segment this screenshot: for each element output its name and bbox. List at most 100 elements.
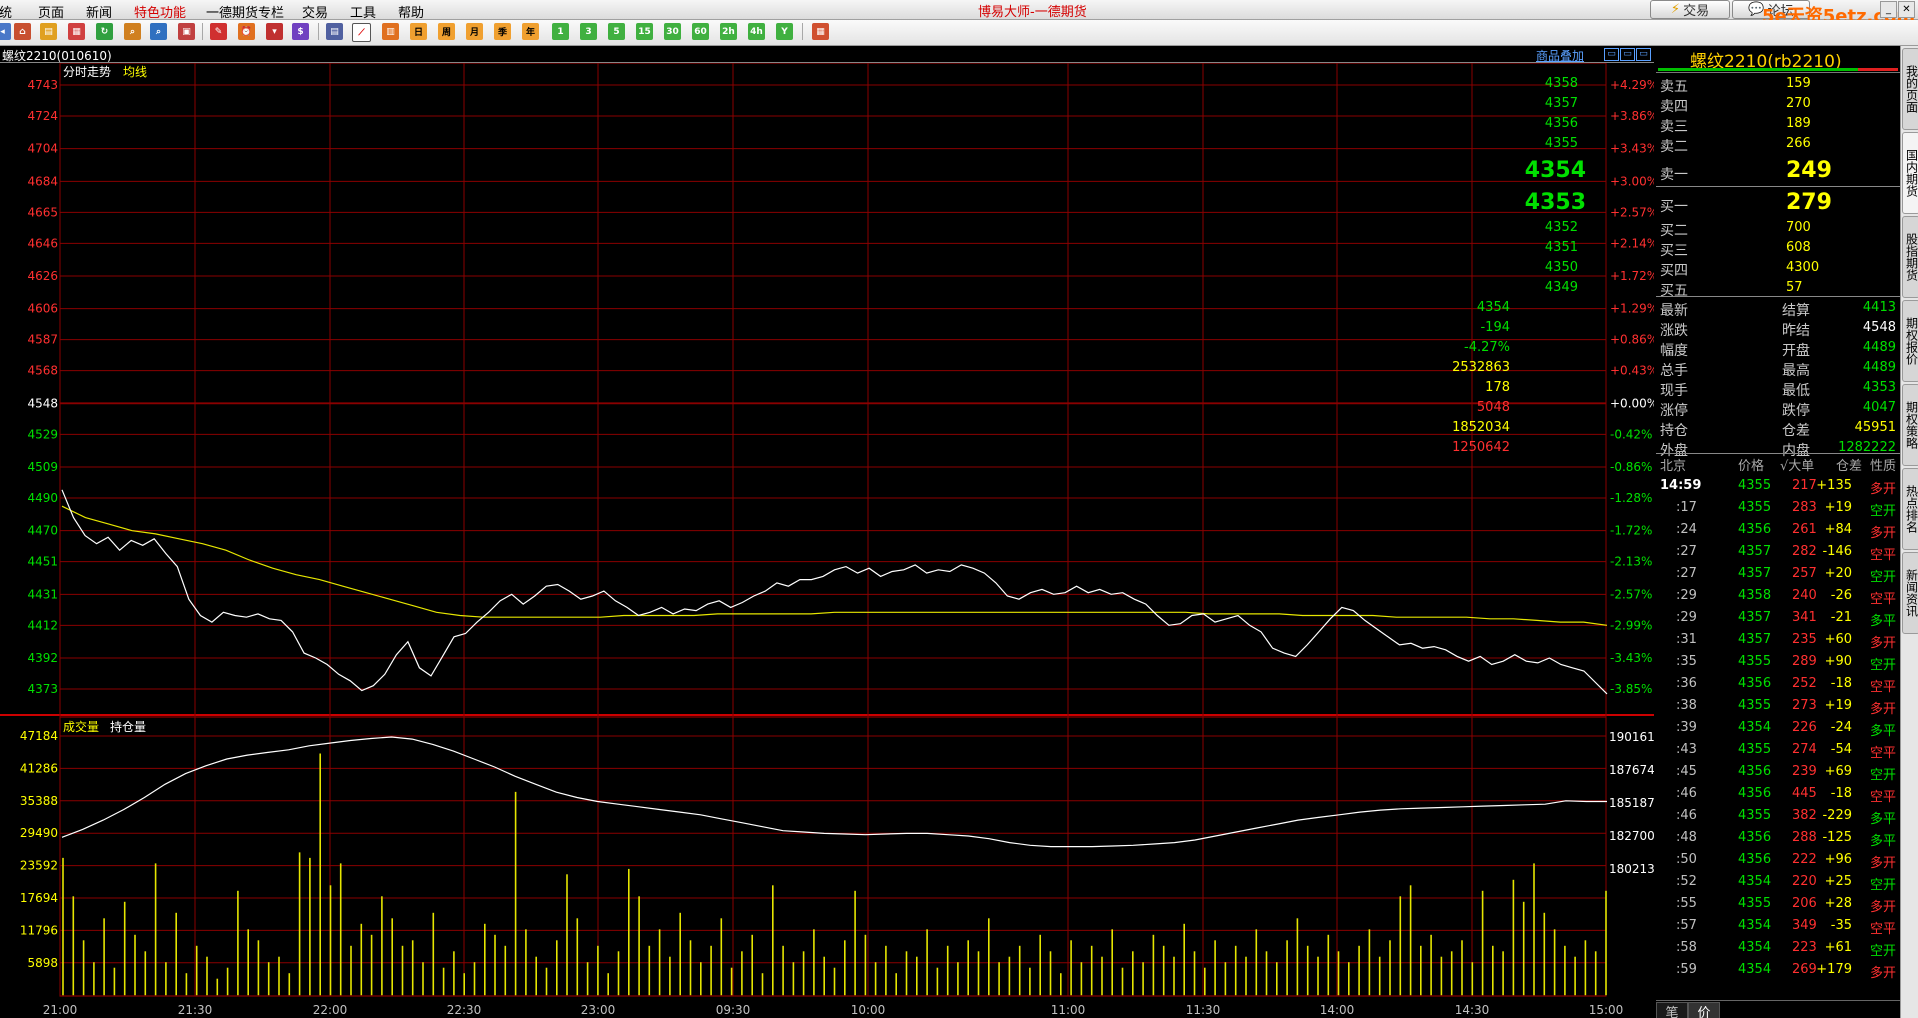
stat-label: 涨跌 — [1660, 323, 1688, 339]
side-tab[interactable]: 国内期货 — [1902, 132, 1918, 214]
tick-row[interactable]: :43 4355 274 -54 空平 — [1658, 742, 1900, 764]
search-icon[interactable]: ⌕ — [124, 23, 141, 40]
quote-panel: 螺纹2210(rb2210) 卖五 4358 159 卖四 4357 270 卖三 … — [1452, 46, 1900, 1018]
period-5min[interactable]: 5 — [608, 23, 625, 40]
tick-row[interactable]: :52 4354 220 +25 空开 — [1658, 874, 1900, 896]
period-4h[interactable]: 4h — [748, 23, 765, 40]
tick-volume: 239 — [1792, 764, 1817, 779]
minimize-icon[interactable]: _ — [1880, 1, 1897, 18]
folder-icon[interactable]: ▤ — [40, 23, 57, 40]
ticks-header-nature: 性质 — [1870, 459, 1897, 474]
close-icon[interactable]: ✕ — [1898, 1, 1915, 18]
time-tick-label: 21:00 — [43, 1003, 78, 1017]
tick-row[interactable]: :46 4356 445 -18 空平 — [1658, 786, 1900, 808]
tick-nature: 多开 — [1870, 636, 1897, 651]
side-tab[interactable]: 股指期货 — [1902, 216, 1918, 298]
menu-tools[interactable]: 工具 — [350, 2, 376, 21]
tick-time: :29 — [1676, 588, 1697, 603]
tick-row[interactable]: :27 4357 257 +20 空开 — [1658, 566, 1900, 588]
ask-price: 4355 — [1544, 136, 1578, 151]
menu-help[interactable]: 帮助 — [398, 2, 424, 21]
menu-trade[interactable]: 交易 — [302, 2, 328, 21]
tab-ticks[interactable]: 笔 — [1656, 1002, 1688, 1018]
tick-row[interactable]: :45 4356 239 +69 空开 — [1658, 764, 1900, 786]
side-tab[interactable]: 新闻资讯 — [1902, 552, 1918, 634]
period-month[interactable]: 月 — [466, 23, 483, 40]
tick-row[interactable]: :48 4356 288 -125 多平 — [1658, 830, 1900, 852]
tab-price[interactable]: 价 — [1688, 1002, 1720, 1018]
refresh-icon[interactable]: ↻ — [96, 23, 113, 40]
tick-row[interactable]: :59 4354 269 +179 多开 — [1658, 962, 1900, 984]
tick-row[interactable]: :38 4355 273 +19 多开 — [1658, 698, 1900, 720]
tick-row[interactable]: 14:59 4355 217 +135 多开 — [1658, 478, 1900, 500]
side-tab[interactable]: 期权报价 — [1902, 300, 1918, 382]
menu-system[interactable]: 系统 — [0, 2, 12, 21]
menu-features[interactable]: 特色功能 — [134, 2, 186, 21]
ask-volume: 270 — [1786, 96, 1811, 111]
calculator-icon[interactable]: ▦ — [812, 23, 829, 40]
zoom-icon[interactable]: ⌕ — [150, 23, 167, 40]
zoom-out-icon[interactable]: ▭ — [1620, 48, 1635, 61]
tick-time: :36 — [1676, 676, 1697, 691]
alarm-icon[interactable]: ⏰ — [238, 23, 255, 40]
period-week[interactable]: 周 — [438, 23, 455, 40]
side-tab[interactable]: 我的页面 — [1902, 48, 1918, 130]
news-icon[interactable]: ▦ — [68, 23, 85, 40]
tick-row[interactable]: :17 4355 283 +19 空开 — [1658, 500, 1900, 522]
tick-volume: 222 — [1792, 852, 1817, 867]
tick-nature: 多开 — [1870, 966, 1897, 981]
tick-row[interactable]: :55 4355 206 +28 多开 — [1658, 896, 1900, 918]
home-icon[interactable]: ⌂ — [14, 23, 31, 40]
trade-button[interactable]: ⚡ 交易 — [1650, 0, 1730, 19]
back-icon[interactable]: ◂ — [0, 23, 11, 40]
tick-time: 14:59 — [1660, 478, 1702, 493]
period-year[interactable]: 年 — [522, 23, 539, 40]
period-3min[interactable]: 3 — [580, 23, 597, 40]
time-tick-label: 15:00 — [1589, 1003, 1624, 1017]
side-tab[interactable]: 期权策略 — [1902, 384, 1918, 466]
period-day[interactable]: 日 — [410, 23, 427, 40]
tick-oi-change: +90 — [1824, 654, 1852, 669]
tick-row[interactable]: :58 4354 223 +61 空开 — [1658, 940, 1900, 962]
tick-row[interactable]: :29 4358 240 -26 空平 — [1658, 588, 1900, 610]
average-price-line — [61, 505, 1608, 626]
period-custom[interactable]: Y — [776, 23, 793, 40]
layout-icon[interactable]: ▭ — [1636, 48, 1651, 61]
tick-row[interactable]: :29 4357 341 -21 多平 — [1658, 610, 1900, 632]
ticks-header-time: 北京 — [1660, 459, 1687, 474]
pencil-icon[interactable]: ✎ — [210, 23, 227, 40]
tick-nature: 多平 — [1870, 834, 1897, 849]
menu-yide-column[interactable]: 一德期货专栏 — [206, 2, 284, 21]
side-tab[interactable]: 热点排名 — [1902, 468, 1918, 550]
tick-row[interactable]: :57 4354 349 -35 空平 — [1658, 918, 1900, 940]
filter-icon[interactable]: ▾ — [266, 23, 283, 40]
menu-page[interactable]: 页面 — [38, 2, 64, 21]
period-quarter[interactable]: 季 — [494, 23, 511, 40]
tick-oi-change: +61 — [1824, 940, 1852, 955]
volume-panel-frame — [59, 716, 1607, 997]
intraday-chart[interactable]: 4743 +4.29% 4724 +3.86% 4704 +3.43% 4684 +3.00%… — [0, 63, 1654, 1018]
tick-row[interactable]: :46 4355 382 -229 多平 — [1658, 808, 1900, 830]
tick-row[interactable]: :27 4357 282 -146 空平 — [1658, 544, 1900, 566]
tick-row[interactable]: :31 4357 235 +60 多开 — [1658, 632, 1900, 654]
menu-news[interactable]: 新闻 — [86, 2, 112, 21]
overlay-button[interactable]: 商品叠加 — [1536, 47, 1584, 64]
period-15min[interactable]: 15 — [636, 23, 653, 40]
tick-oi-change: +60 — [1824, 632, 1852, 647]
tick-row[interactable]: :50 4356 222 +96 多开 — [1658, 852, 1900, 874]
minute-chart-icon[interactable]: ⟋ — [352, 23, 371, 42]
kline-icon[interactable]: ▥ — [382, 23, 399, 40]
zoom-in-icon[interactable]: ▭ — [1604, 48, 1619, 61]
period-1min[interactable]: 1 — [552, 23, 569, 40]
tick-row[interactable]: :24 4356 261 +84 多开 — [1658, 522, 1900, 544]
tick-row[interactable]: :35 4355 289 +90 空开 — [1658, 654, 1900, 676]
stock-icon[interactable]: $ — [292, 23, 309, 40]
period-60min[interactable]: 60 — [692, 23, 709, 40]
table-icon[interactable]: ▤ — [326, 23, 343, 40]
bid-price: 4352 — [1544, 220, 1578, 235]
period-30min[interactable]: 30 — [664, 23, 681, 40]
window-icon[interactable]: ▣ — [178, 23, 195, 40]
tick-row[interactable]: :36 4356 252 -18 空平 — [1658, 676, 1900, 698]
tick-row[interactable]: :39 4354 226 -24 多平 — [1658, 720, 1900, 742]
period-2h[interactable]: 2h — [720, 23, 737, 40]
